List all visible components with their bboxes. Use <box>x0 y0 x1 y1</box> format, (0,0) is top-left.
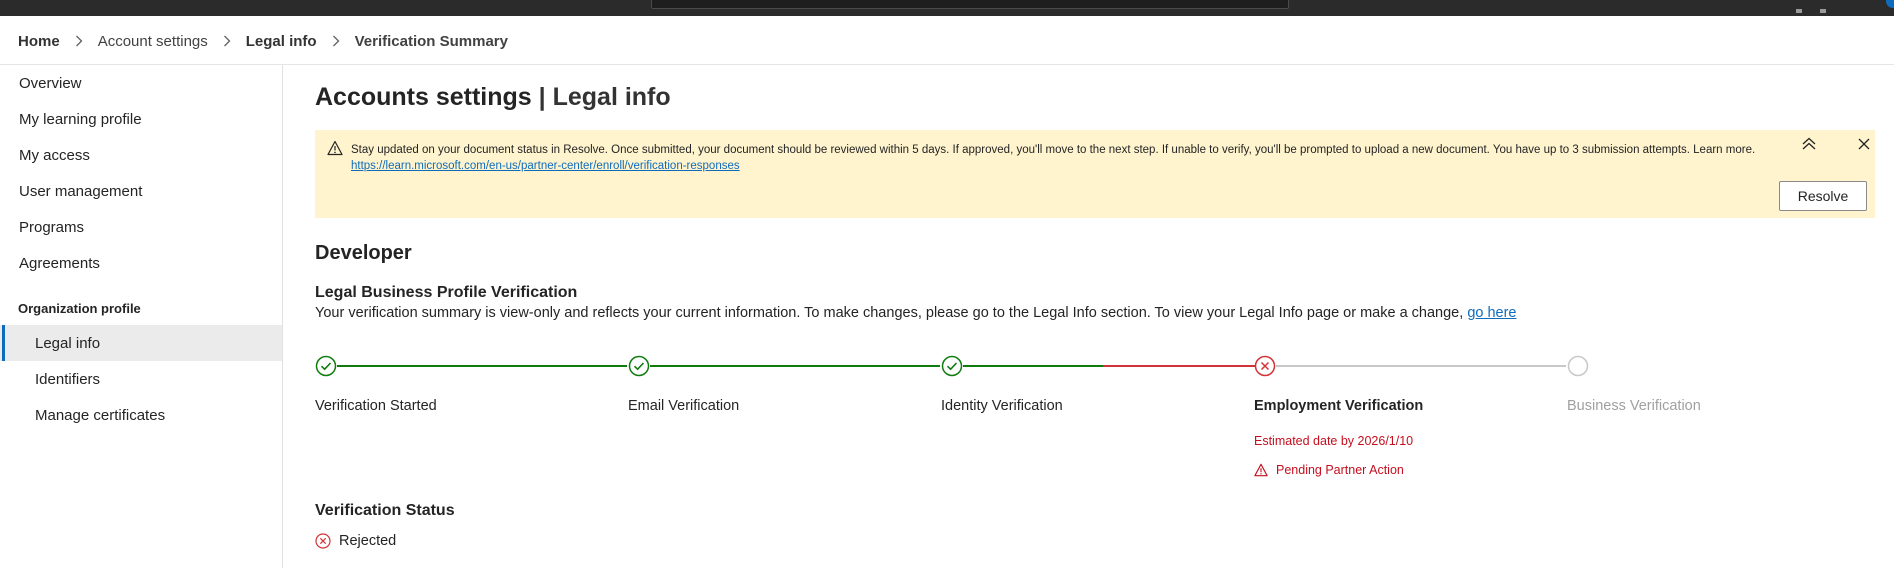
verification-description: Your verification summary is view-only a… <box>315 305 1517 321</box>
breadcrumb-legal-info[interactable]: Legal info <box>246 33 317 50</box>
global-search-input[interactable] <box>651 0 1289 9</box>
breadcrumb: Home Account settings Legal info Verific… <box>18 30 508 52</box>
step-label: Verification Started <box>315 398 437 414</box>
top-app-bar <box>0 0 1894 16</box>
empty-circle-icon <box>1567 355 1589 377</box>
sidebar-item-programs[interactable]: Programs <box>0 209 282 245</box>
topbar-icon[interactable] <box>1820 9 1826 13</box>
pending-action-note: Pending Partner Action <box>1254 463 1404 477</box>
sidebar-item-label: Agreements <box>19 254 100 272</box>
sidebar-item-label: Legal info <box>35 334 101 352</box>
sidebar-item-legal-info[interactable]: Legal info <box>0 325 282 361</box>
estimated-date: Estimated date by 2026/1/10 <box>1254 434 1414 448</box>
sidebar-item-label: Identifiers <box>35 370 101 388</box>
step-connector <box>650 365 940 367</box>
sidebar-item-agreements[interactable]: Agreements <box>0 245 282 281</box>
warning-icon <box>327 140 343 161</box>
banner-link[interactable]: https://learn.microsoft.com/en-us/partne… <box>351 160 740 172</box>
step-connector <box>1276 365 1566 367</box>
main-content: Accounts settings | Legal info Stay upda… <box>283 65 1894 568</box>
sidebar-item-label: User management <box>19 182 143 200</box>
step-label: Business Verification <box>1567 398 1701 414</box>
step-connector <box>337 365 627 367</box>
error-circle-icon <box>1254 355 1276 377</box>
verification-status-value: Rejected <box>339 533 397 549</box>
check-circle-icon <box>315 355 337 377</box>
page-title: Accounts settings | Legal info <box>315 83 671 112</box>
breadcrumb-account-settings[interactable]: Account settings <box>98 33 208 50</box>
chevron-right-icon <box>332 35 340 47</box>
step-label-current: Employment Verification <box>1254 398 1424 414</box>
step-label: Email Verification <box>628 398 740 414</box>
error-circle-icon <box>315 533 331 549</box>
verification-stepper: Verification Started Email Verification … <box>315 353 1875 533</box>
warning-icon <box>1254 463 1268 477</box>
chevron-right-icon <box>75 35 83 47</box>
chevron-double-up-icon[interactable] <box>1800 135 1820 155</box>
sidebar-item-manage-certificates[interactable]: Manage certificates <box>0 397 282 433</box>
page-title-main: Accounts settings <box>315 83 532 111</box>
resolve-button[interactable]: Resolve <box>1779 181 1867 211</box>
sidebar-item-label: Programs <box>19 218 85 236</box>
close-icon[interactable] <box>1856 136 1874 154</box>
sidebar-item-label: My access <box>19 146 90 164</box>
step-label: Identity Verification <box>941 398 1063 414</box>
go-here-link[interactable]: go here <box>1467 305 1516 321</box>
check-circle-icon <box>628 355 650 377</box>
sidebar-item-my-learning-profile[interactable]: My learning profile <box>0 101 282 137</box>
topbar-icon[interactable] <box>1796 9 1802 13</box>
breadcrumb-home[interactable]: Home <box>18 33 60 50</box>
banner-text: Stay updated on your document status in … <box>351 144 1756 156</box>
avatar[interactable] <box>1886 0 1894 8</box>
page-title-sub: Legal info <box>552 83 671 111</box>
page-title-separator: | <box>531 83 553 111</box>
verification-status-title: Verification Status <box>315 502 455 519</box>
sidebar: Overview My learning profile My access U… <box>0 65 283 568</box>
pending-action-text: Pending Partner Action <box>1276 463 1404 477</box>
sidebar-item-my-access[interactable]: My access <box>0 137 282 173</box>
sidebar-item-label: Manage certificates <box>35 406 166 424</box>
step-connector <box>963 365 1103 367</box>
banner-message: Stay updated on your document status in … <box>351 142 1791 174</box>
verification-title: Legal Business Profile Verification <box>315 284 578 301</box>
sidebar-section-heading: Organization profile <box>18 301 141 316</box>
verification-description-text: Your verification summary is view-only a… <box>315 305 1468 321</box>
sidebar-item-user-management[interactable]: User management <box>0 173 282 209</box>
sidebar-item-label: My learning profile <box>19 110 142 128</box>
topbar-icons <box>1796 0 1856 13</box>
check-circle-icon <box>941 355 963 377</box>
step-connector <box>1103 365 1255 367</box>
section-title: Developer <box>315 242 412 264</box>
sidebar-item-label: Overview <box>19 74 82 92</box>
warning-banner: Stay updated on your document status in … <box>315 130 1875 218</box>
sidebar-item-identifiers[interactable]: Identifiers <box>0 361 282 397</box>
sidebar-item-overview[interactable]: Overview <box>0 65 282 101</box>
chevron-right-icon <box>223 35 231 47</box>
breadcrumb-verification-summary: Verification Summary <box>354 32 508 50</box>
